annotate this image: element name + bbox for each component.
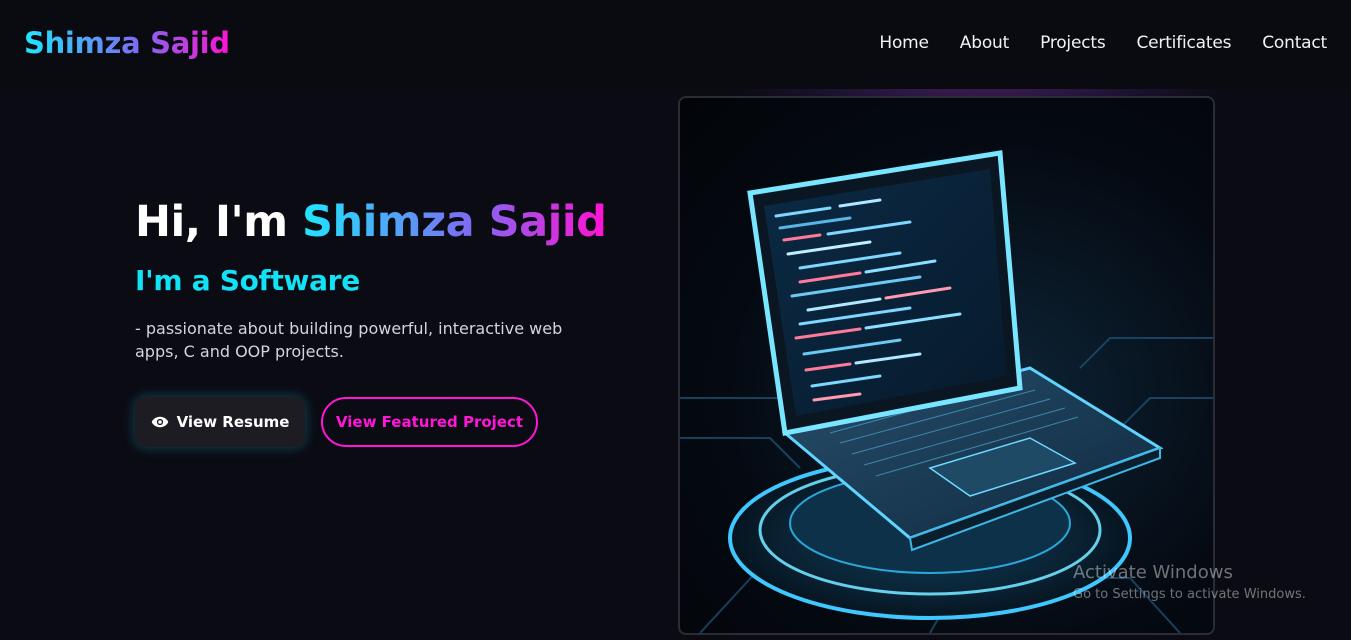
hero-buttons: View Resume View Featured Project <box>135 397 538 447</box>
portfolio-page: Shimza Sajid Home About Projects Certifi… <box>0 0 1351 640</box>
hero-description: - passionate about building powerful, in… <box>135 319 563 361</box>
nav-home-link[interactable]: Home <box>879 33 929 53</box>
nav-contact-link[interactable]: Contact <box>1262 33 1327 53</box>
laptop-illustration <box>678 96 1215 635</box>
watermark-subtitle: Go to Settings to activate Windows. <box>1073 587 1306 602</box>
navbar: Shimza Sajid Home About Projects Certifi… <box>0 0 1351 89</box>
hero-section: Hi, I'm Shimza Sajid I'm a Software - pa… <box>135 195 635 363</box>
windows-activation-watermark: Activate Windows Go to Settings to activ… <box>1073 562 1306 604</box>
nav-links: Home About Projects Certificates Contact <box>879 33 1327 53</box>
eye-icon <box>151 416 168 428</box>
hero-title: Hi, I'm Shimza Sajid <box>135 195 635 249</box>
laptop-image-icon <box>680 150 1213 633</box>
brand-logo[interactable]: Shimza Sajid <box>24 26 230 60</box>
nav-projects-link[interactable]: Projects <box>1040 33 1106 53</box>
hero-greeting: Hi, I'm <box>135 197 302 247</box>
view-featured-project-button[interactable]: View Featured Project <box>321 397 538 447</box>
watermark-title: Activate Windows <box>1073 562 1233 583</box>
hero-subtitle: I'm a Software <box>135 264 360 297</box>
view-resume-button[interactable]: View Resume <box>135 397 305 447</box>
view-resume-label: View Resume <box>176 413 290 431</box>
hero-name: Shimza Sajid <box>301 197 607 247</box>
nav-certificates-link[interactable]: Certificates <box>1136 33 1231 53</box>
nav-about-link[interactable]: About <box>960 33 1009 53</box>
